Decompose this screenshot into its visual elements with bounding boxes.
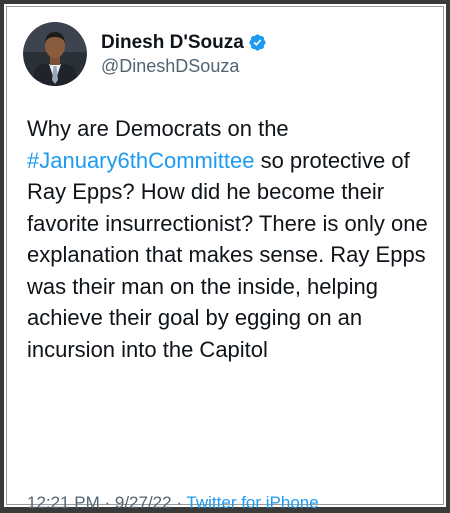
tweet-meta: 12:21 PM · 9/27/22 · Twitter for iPhone <box>27 493 319 513</box>
tweet-text: Why are Democrats on the #January6thCommi… <box>27 113 439 365</box>
tweet-source-link[interactable]: Twitter for iPhone <box>186 493 318 512</box>
tweet-header: Dinesh D'Souza @DineshDSouza <box>23 19 267 89</box>
avatar[interactable] <box>23 22 87 86</box>
profile-photo-icon <box>23 22 87 86</box>
tweet-text-start: Why are Democrats on the <box>27 116 289 141</box>
hashtag-link[interactable]: #January6thCommittee <box>27 148 254 173</box>
tweet-time[interactable]: 12:21 PM <box>27 493 100 512</box>
meta-separator: · <box>99 493 115 512</box>
tweet-date[interactable]: 9/27/22 <box>115 493 172 512</box>
tweet-card: Dinesh D'Souza @DineshDSouza Why are Dem… <box>6 6 444 512</box>
meta-separator-2: · <box>171 493 187 512</box>
tweet-text-rest: so protective of Ray Epps? How did he be… <box>27 147 428 362</box>
handle[interactable]: @DineshDSouza <box>101 56 267 77</box>
author-names: Dinesh D'Souza @DineshDSouza <box>101 32 267 77</box>
screenshot-frame: Dinesh D'Souza @DineshDSouza Why are Dem… <box>0 0 450 512</box>
display-name-row: Dinesh D'Souza <box>101 32 267 54</box>
verified-badge-icon <box>248 33 267 52</box>
display-name[interactable]: Dinesh D'Souza <box>101 32 244 54</box>
